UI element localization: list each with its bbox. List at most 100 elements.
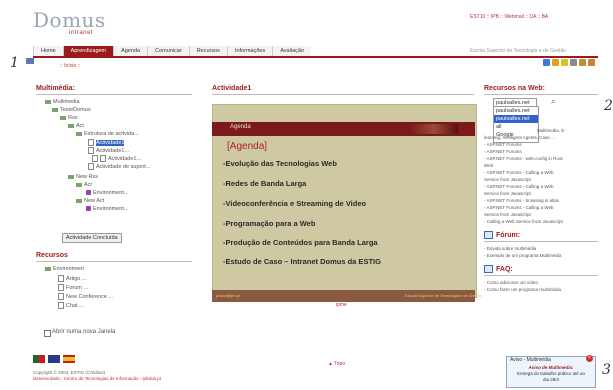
spain-flag-icon[interactable] — [63, 355, 75, 363]
dropdown-option[interactable]: paulsalles.net — [494, 107, 538, 115]
slide-heading: [Agenda] — [227, 141, 268, 152]
forum-icon — [484, 231, 493, 239]
notification-title: Aviso - Multimédia — [510, 357, 551, 363]
search-icon[interactable]: ⌕ — [551, 97, 555, 107]
dropdown-option[interactable]: all — [494, 123, 538, 131]
web-link[interactable]: - ASP.NET Forums - Calling a Web — [484, 170, 554, 175]
faq-header: FAQ: — [484, 265, 513, 273]
edit-icon[interactable] — [26, 58, 34, 64]
tab-avaliacao[interactable]: Avaliação — [272, 46, 311, 56]
mail-icon[interactable] — [588, 59, 595, 66]
new-window-label: Abrir numa nova Janela — [52, 329, 116, 335]
language-flags — [33, 355, 75, 363]
web-link[interactable]: - Calling a Web Service from Javascript — [484, 219, 563, 224]
uk-flag-icon[interactable] — [48, 355, 60, 363]
web-link[interactable]: Service from Javascript — [484, 212, 531, 217]
tab-agenda[interactable]: Agenda — [113, 46, 148, 56]
slide-top-label: Agenda — [230, 124, 251, 130]
tree-item[interactable]: Actividade1 — [88, 139, 125, 146]
page-icon — [92, 155, 98, 162]
page-icon — [100, 155, 106, 162]
portugal-flag-icon[interactable] — [33, 355, 45, 363]
resource-item[interactable]: Environment — [45, 266, 84, 272]
web-link[interactable]: learning, Intelligent Agents, Case ... — [484, 135, 555, 140]
faq-link[interactable]: - Como fazer um programa multimédia — [484, 287, 561, 292]
tree-item[interactable]: TesteDomus — [52, 107, 91, 113]
tree-item[interactable]: Environment... — [86, 190, 128, 196]
web-resources-title: Recursos na Web: — [484, 85, 545, 92]
tree-item[interactable]: Rss — [60, 115, 77, 121]
web-link[interactable]: Service from Javascript — [484, 191, 531, 196]
tree-item[interactable]: Actividade1... — [88, 147, 129, 154]
web-link[interactable]: - ASP.NET Forums - Calling a Web — [484, 184, 554, 189]
star-icon[interactable] — [561, 59, 568, 66]
tree-item[interactable]: Actividade de suport... — [88, 163, 150, 170]
faq-link[interactable]: - Como adicionar um vídeo — [484, 280, 538, 285]
web-link[interactable]: Multimedia, E- — [537, 128, 566, 133]
tree-item[interactable]: Act — [76, 182, 92, 188]
home-icon[interactable] — [552, 59, 559, 66]
margin-number-2: 2 — [604, 98, 613, 114]
web-link[interactable]: - ASP.NET Forums - browsing in atlas — [484, 198, 559, 203]
page-icon — [88, 139, 94, 146]
breadcrumb[interactable]: :: Início :: — [60, 63, 80, 69]
close-icon[interactable]: × — [586, 355, 593, 362]
web-link[interactable]: Web — [484, 163, 493, 168]
tab-home[interactable]: Home — [33, 46, 63, 56]
forum-link[interactable]: - Exemplo de um programa Multimédia — [484, 253, 562, 258]
web-link[interactable]: - ASP.NET Forums — [484, 142, 522, 147]
folder-icon — [68, 174, 74, 179]
main-tabs: Home Aprendizagem Agenda Comunicar Recur… — [33, 46, 311, 56]
tree-item[interactable]: Environment... — [86, 206, 128, 212]
notification-body: Aviso de Multimédia: Entrega do trabalho… — [514, 365, 588, 383]
new-window-checkbox[interactable] — [44, 330, 51, 337]
web-link[interactable]: - ASP.NET Forums - Calling a Web — [484, 205, 554, 210]
tab-informacoes[interactable]: Informações — [226, 46, 273, 56]
top-links[interactable]: EST10 :: IPB :: Webmail :: DA :: BA — [470, 14, 548, 20]
web-link[interactable]: Service from Javascript — [484, 177, 531, 182]
faq-icon — [484, 265, 493, 273]
resource-item[interactable]: Artigo ... — [58, 275, 86, 282]
tree-item[interactable]: Actividade1... — [92, 155, 141, 162]
slide-footer-email: pduro@ipb.pt — [216, 293, 241, 298]
tab-recursos[interactable]: Recursos — [188, 46, 227, 56]
resource-item[interactable]: Forum ... — [58, 284, 88, 291]
left-title-line — [36, 94, 192, 95]
slide-footer-school: Escola Superior de Tecnologia e de Gestã… — [405, 293, 482, 298]
folder-icon — [76, 198, 82, 203]
environment-icon — [86, 206, 91, 212]
notification-text: Entrega do trabalho prático até ao dia 2… — [516, 371, 586, 382]
slide-footer-label: ipme — [336, 302, 347, 308]
forum-line — [484, 241, 598, 242]
copyright: Copyright © 2003, ESTIG (Créditos) — [33, 370, 106, 375]
tree-item[interactable]: New Act — [76, 198, 104, 204]
tree-item[interactable]: Act — [68, 123, 84, 129]
resource-item[interactable]: New Conference ... — [58, 293, 113, 300]
folder-icon — [76, 131, 82, 136]
slide-bullet: -Programação para a Web — [223, 219, 316, 228]
web-link[interactable]: - ASP.NET Forums — [484, 149, 522, 154]
web-link[interactable]: - ASP.NET Forums - web.config in Root — [484, 156, 563, 161]
resource-item[interactable]: Chat ... — [58, 302, 84, 309]
tree-item[interactable]: New Rss — [68, 174, 98, 180]
help-icon[interactable] — [543, 59, 550, 66]
page-icon — [88, 163, 94, 170]
tree-item[interactable]: Estrutura de activida... — [76, 131, 139, 137]
developer-credit[interactable]: Desenvolvido : Centro de Tecnologias de … — [33, 376, 161, 381]
domus-logo[interactable]: Domus intranet — [33, 8, 106, 36]
tab-aprendizagem[interactable]: Aprendizagem — [62, 46, 114, 56]
print-icon[interactable] — [570, 59, 577, 66]
slide-bullet: -Videoconferência e Streaming de Video — [223, 199, 367, 208]
tab-comunicar[interactable]: Comunicar — [147, 46, 189, 56]
slide-bullet: -Redes de Banda Larga — [223, 179, 307, 188]
logo-subtext: intranet — [69, 30, 94, 36]
folder-icon — [45, 99, 51, 104]
resources-title: Recursos — [36, 252, 68, 259]
forum-header: Fórum: — [484, 231, 520, 239]
user-icon[interactable] — [579, 59, 586, 66]
dropdown-option[interactable]: paulsalles.net — [494, 115, 538, 123]
activity-complete-button[interactable]: Actividade Concluída — [62, 233, 122, 243]
back-to-top-link[interactable]: ▲ Topo — [328, 361, 345, 367]
forum-link[interactable]: - Dúvida sobre multimédia — [484, 246, 536, 251]
tree-item[interactable]: Multimedia — [45, 99, 80, 105]
